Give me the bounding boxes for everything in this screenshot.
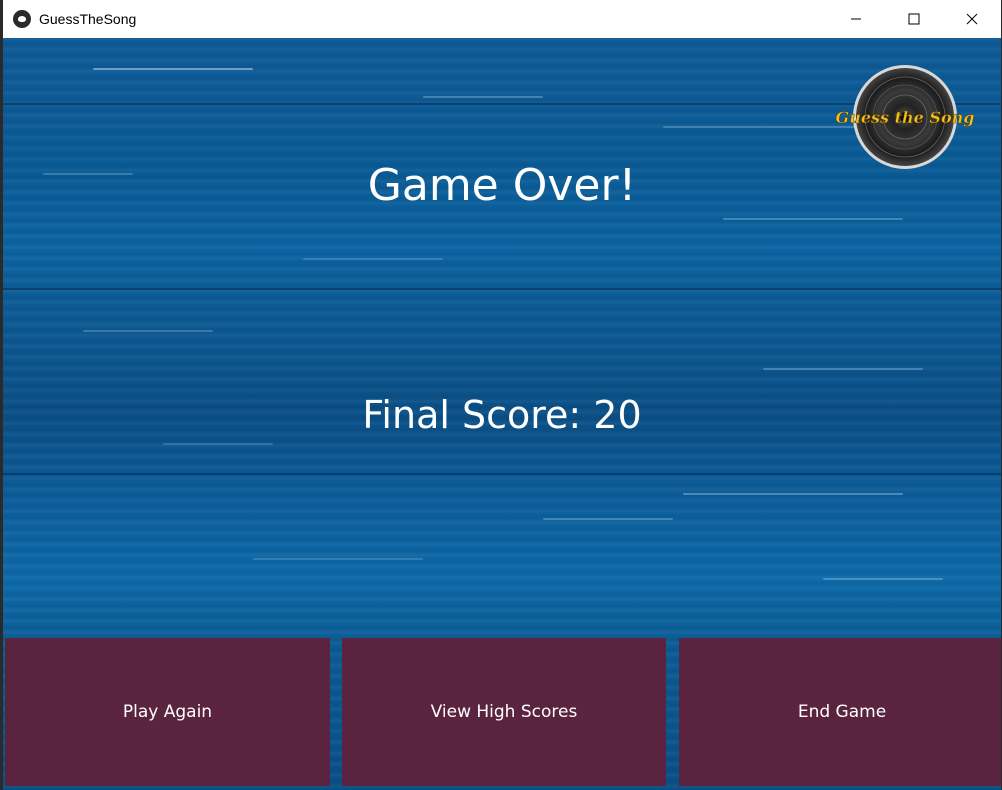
end-game-button[interactable]: End Game: [679, 638, 1001, 786]
wood-background: Game Over! Final Score: 20 Guess the Son…: [3, 38, 1001, 790]
maximize-icon: [908, 13, 920, 25]
bird-icon: [13, 10, 31, 28]
app-window: GuessTheSong Game Over! Final Score: 20 …: [0, 0, 1002, 790]
window-controls: [827, 0, 1001, 38]
window-title: GuessTheSong: [39, 11, 137, 27]
close-button[interactable]: [943, 0, 1001, 38]
logo-text: Guess the Song: [836, 108, 975, 127]
maximize-button[interactable]: [885, 0, 943, 38]
play-again-button[interactable]: Play Again: [5, 638, 330, 786]
minimize-button[interactable]: [827, 0, 885, 38]
minimize-icon: [851, 18, 861, 20]
title-bar[interactable]: GuessTheSong: [3, 0, 1001, 38]
close-icon: [966, 13, 978, 25]
vinyl-record-icon: Guess the Song: [827, 63, 987, 173]
final-score-text: Final Score: 20: [362, 393, 642, 437]
view-high-scores-button[interactable]: View High Scores: [342, 638, 666, 786]
